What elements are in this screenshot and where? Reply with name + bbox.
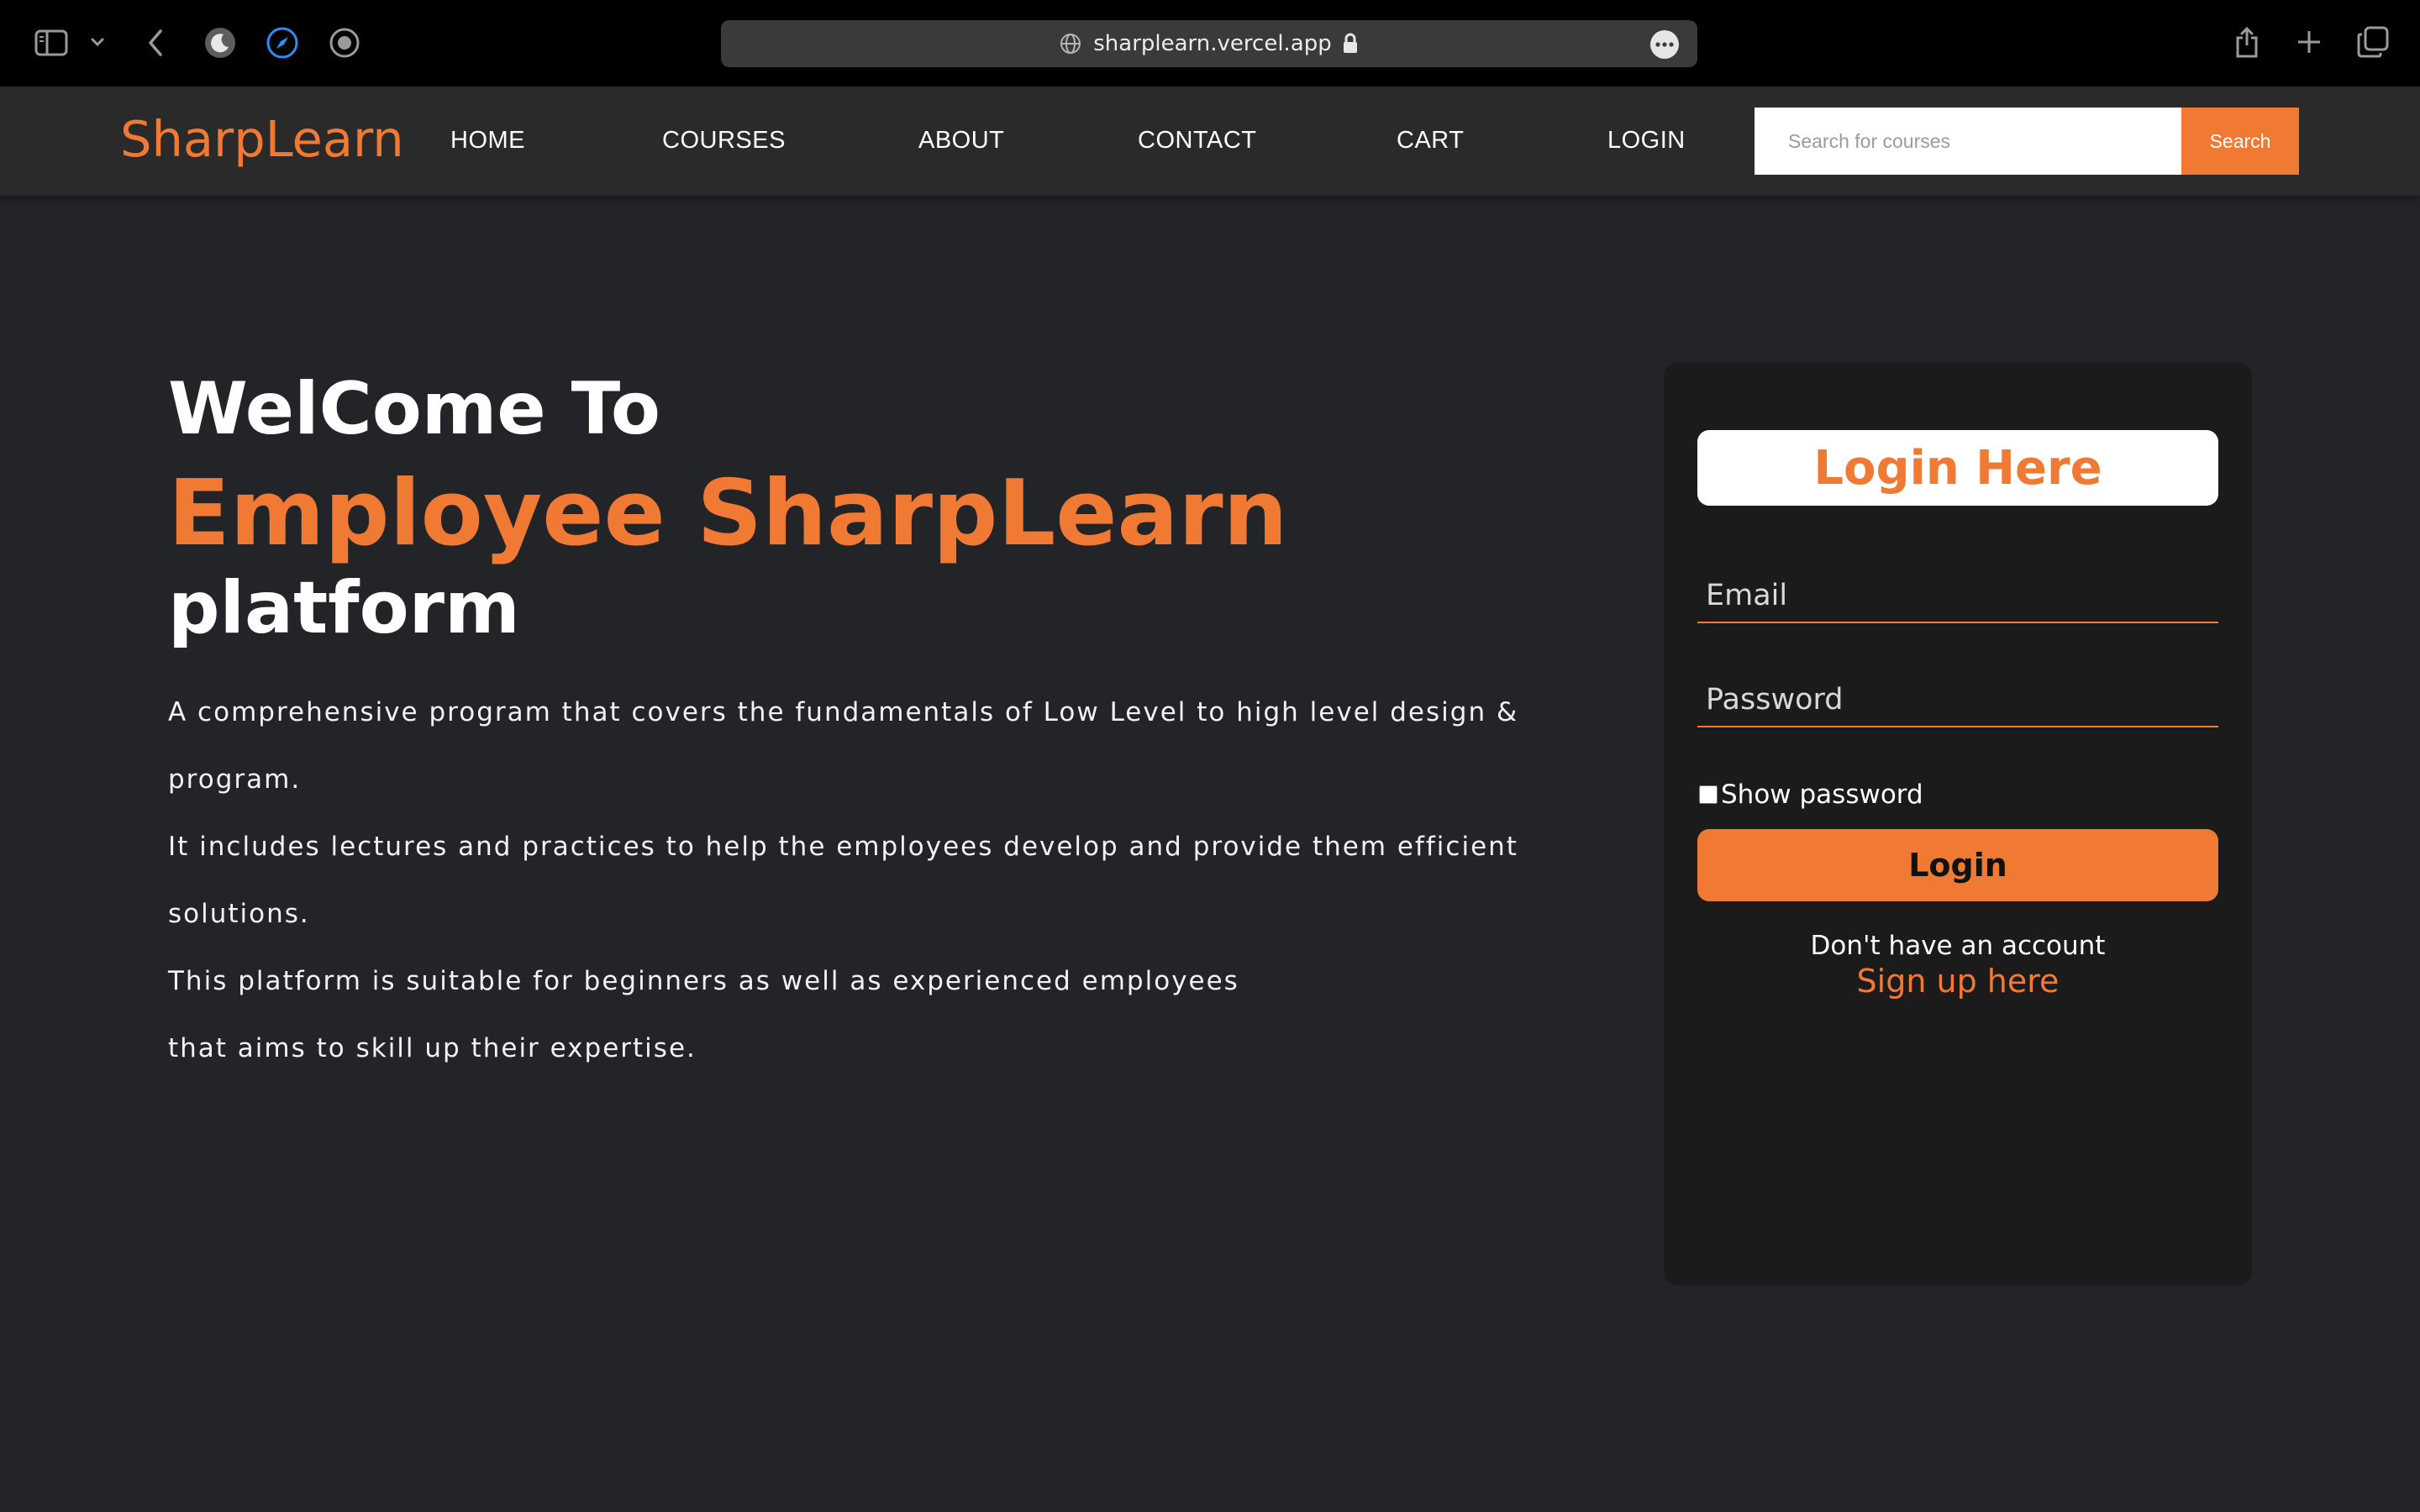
- hero-description: A comprehensive program that covers the …: [168, 679, 1555, 1082]
- globe-icon: [1060, 33, 1081, 55]
- nav-home[interactable]: HOME: [450, 126, 525, 155]
- signup-link[interactable]: Sign up here: [1664, 963, 2252, 1000]
- login-title: Login Here: [1697, 430, 2218, 506]
- nav-login[interactable]: LOGIN: [1607, 126, 1686, 155]
- share-icon[interactable]: [2232, 24, 2262, 60]
- description-paragraph: that aims to skill up their expertise.: [168, 1033, 697, 1063]
- site-navbar: SharpLearn HOME COURSES ABOUT CONTACT CA…: [0, 87, 2420, 196]
- show-password-label[interactable]: Show password: [1721, 780, 1923, 810]
- nav-about[interactable]: ABOUT: [918, 126, 1004, 155]
- no-account-text: Don't have an account: [1810, 931, 2106, 961]
- sidebar-icon[interactable]: [34, 27, 69, 59]
- brand-logo[interactable]: SharpLearn: [120, 110, 404, 170]
- email-field[interactable]: [1697, 570, 2218, 623]
- login-button[interactable]: Login: [1697, 829, 2218, 901]
- plus-icon[interactable]: [2294, 27, 2324, 57]
- compass-icon[interactable]: [266, 26, 299, 60]
- back-arrow-icon[interactable]: [141, 25, 170, 60]
- chevron-down-icon[interactable]: [87, 32, 108, 52]
- show-password-row: Show password: [1699, 780, 1923, 810]
- show-password-checkbox[interactable]: [1699, 785, 1718, 804]
- hero-title-line3: platform: [168, 566, 520, 650]
- nav-contact[interactable]: CONTACT: [1138, 126, 1257, 155]
- login-card: Login Here Show password Login Don't hav…: [1664, 363, 2252, 1285]
- search-input[interactable]: [1754, 108, 2181, 175]
- more-icon[interactable]: [1650, 30, 1679, 59]
- password-field[interactable]: [1697, 674, 2218, 727]
- hero-title-line2: Employee SharpLearn: [168, 461, 1288, 566]
- tabs-icon[interactable]: [2356, 25, 2390, 59]
- search-button[interactable]: Search: [2181, 108, 2299, 175]
- record-icon[interactable]: [328, 26, 361, 60]
- browser-toolbar: sharplearn.vercel.app: [0, 0, 2420, 87]
- hero-title-line1: WelCome To: [168, 367, 661, 451]
- lock-icon: [1342, 33, 1359, 55]
- description-paragraph: This platform is suitable for beginners …: [168, 966, 1239, 996]
- moon-icon[interactable]: [203, 26, 237, 60]
- description-paragraph: It includes lectures and practices to he…: [168, 832, 1518, 929]
- address-bar[interactable]: sharplearn.vercel.app: [721, 20, 1697, 67]
- nav-cart[interactable]: CART: [1397, 126, 1464, 155]
- nav-courses[interactable]: COURSES: [662, 126, 786, 155]
- description-paragraph: A comprehensive program that covers the …: [168, 697, 1519, 795]
- url-text: sharplearn.vercel.app: [1093, 31, 1332, 56]
